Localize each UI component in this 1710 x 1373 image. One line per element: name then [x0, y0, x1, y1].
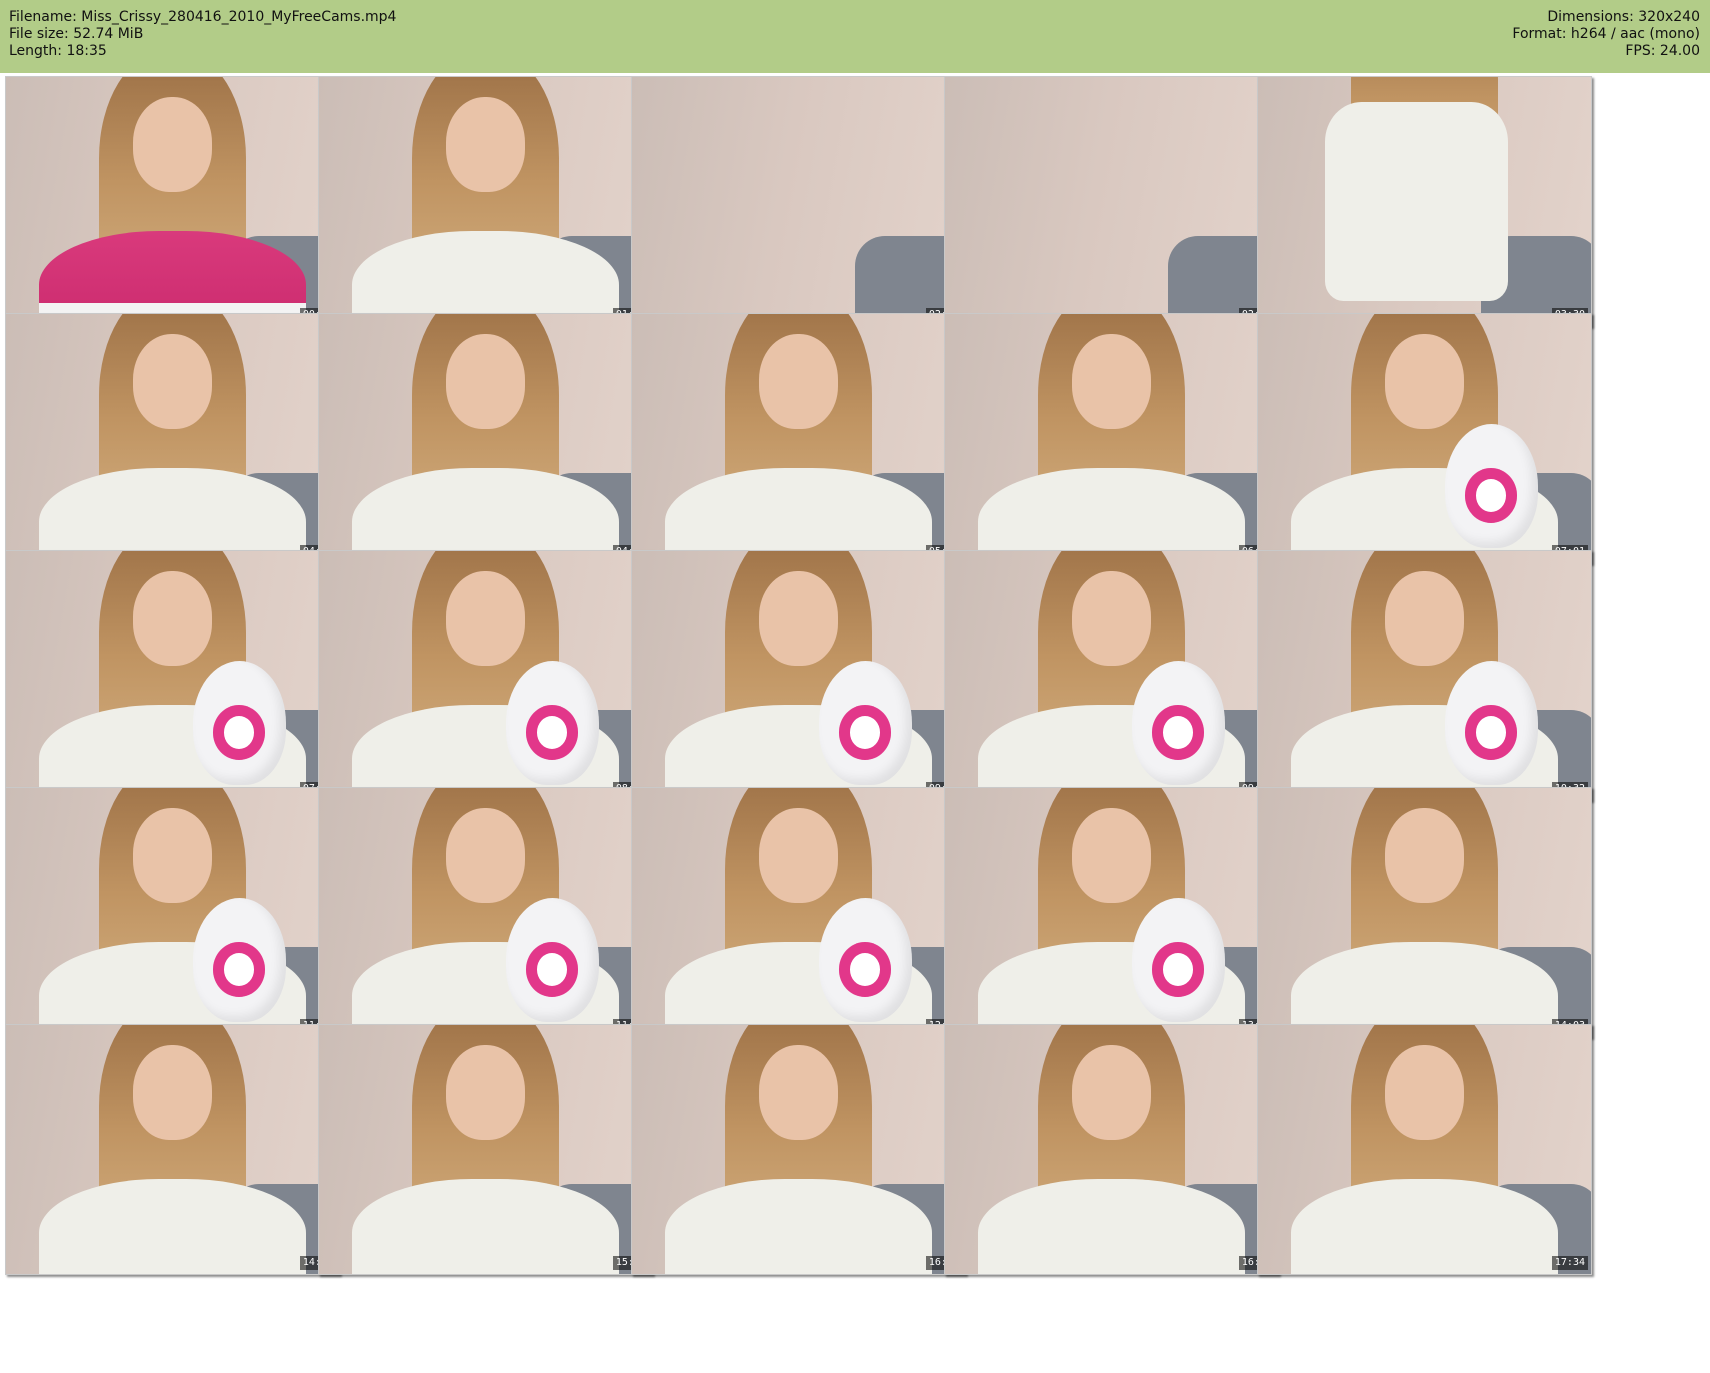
video-thumbnail: 16:52 — [944, 1024, 1279, 1275]
video-thumbnail: 09:08 — [631, 550, 966, 801]
toy-shape — [1444, 660, 1538, 786]
video-thumbnail: 02:48 — [944, 76, 1279, 327]
face-shape — [758, 570, 839, 666]
thumbnail-grid: 00:4201:2402:0602:4803:30 04:1304:5505:37… — [0, 73, 1710, 1373]
face-shape — [1384, 570, 1465, 666]
face-shape — [1384, 807, 1465, 903]
length-text: Length: 18:35 — [9, 43, 107, 59]
video-thumbnail: 11:56 — [318, 787, 653, 1038]
file-info-right: Dimensions: 320x240 Format: h264 / aac (… — [1512, 9, 1700, 60]
face-shape — [1071, 333, 1152, 429]
toy-shape — [192, 660, 286, 786]
video-thumbnail: 00:42 — [5, 76, 340, 327]
video-thumbnail: 14:45 — [5, 1024, 340, 1275]
face-shape — [445, 96, 526, 192]
toy-shape — [1444, 423, 1538, 549]
body-shape — [1324, 101, 1508, 302]
body-shape — [39, 1179, 306, 1274]
video-thumbnail: 01:24 — [318, 76, 653, 327]
face-shape — [758, 333, 839, 429]
fps-text: FPS: 24.00 — [1625, 43, 1700, 59]
face-shape — [132, 570, 213, 666]
toy-shape — [505, 660, 599, 786]
thumbnail-timestamp: 17:34 — [1551, 1256, 1588, 1270]
toy-shape — [818, 660, 912, 786]
video-thumbnail: 03:30 — [1257, 76, 1592, 327]
video-thumbnail: 05:37 — [631, 313, 966, 564]
video-thumbnail: 11:14 — [5, 787, 340, 1038]
video-thumbnail: 04:55 — [318, 313, 653, 564]
video-thumbnail: 08:26 — [318, 550, 653, 801]
face-shape — [1071, 807, 1152, 903]
video-thumbnail: 17:34 — [1257, 1024, 1592, 1275]
face-shape — [132, 1044, 213, 1140]
face-shape — [1071, 570, 1152, 666]
face-shape — [445, 807, 526, 903]
video-thumbnail: 14:03 — [1257, 787, 1592, 1038]
video-thumbnail: 06:19 — [944, 313, 1279, 564]
filename-text: Filename: Miss_Crissy_280416_2010_MyFree… — [9, 9, 397, 25]
video-thumbnail: 16:09 — [631, 1024, 966, 1275]
video-thumbnail: 12:39 — [631, 787, 966, 1038]
toy-shape — [1131, 660, 1225, 786]
video-thumbnail: 09:50 — [944, 550, 1279, 801]
format-text: Format: h264 / aac (mono) — [1512, 26, 1700, 42]
face-shape — [758, 1044, 839, 1140]
video-thumbnail: 10:32 — [1257, 550, 1592, 801]
video-thumbnail: 15:27 — [318, 1024, 653, 1275]
video-thumbnail: 07:43 — [5, 550, 340, 801]
video-thumbnail: 04:13 — [5, 313, 340, 564]
face-shape — [1384, 1044, 1465, 1140]
face-shape — [132, 807, 213, 903]
body-shape — [978, 1179, 1245, 1274]
body-shape — [1291, 1179, 1558, 1274]
toy-shape — [818, 897, 912, 1023]
face-shape — [132, 96, 213, 192]
video-thumbnail: 13:21 — [944, 787, 1279, 1038]
face-shape — [445, 570, 526, 666]
video-thumbnail: 07:01 — [1257, 313, 1592, 564]
face-shape — [1071, 1044, 1152, 1140]
file-info-left: Filename: Miss_Crissy_280416_2010_MyFree… — [9, 9, 396, 60]
video-thumbnail: 02:06 — [631, 76, 966, 327]
face-shape — [1384, 333, 1465, 429]
face-shape — [445, 1044, 526, 1140]
face-shape — [132, 333, 213, 429]
toy-shape — [192, 897, 286, 1023]
file-size-text: File size: 52.74 MiB — [9, 26, 144, 42]
toy-shape — [505, 897, 599, 1023]
face-shape — [445, 333, 526, 429]
face-shape — [758, 807, 839, 903]
toy-shape — [1131, 897, 1225, 1023]
body-shape — [665, 1179, 932, 1274]
body-shape — [352, 1179, 619, 1274]
dimensions-text: Dimensions: 320x240 — [1547, 9, 1700, 25]
info-header: Filename: Miss_Crissy_280416_2010_MyFree… — [0, 0, 1710, 73]
